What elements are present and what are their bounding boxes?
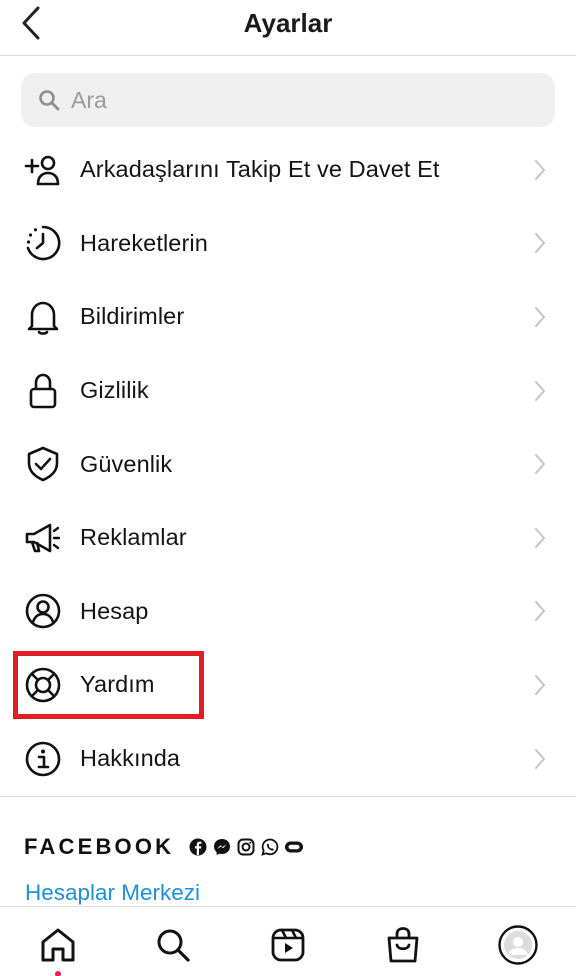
menu-item-ads[interactable]: Reklamlar [0,501,576,575]
menu-item-follow-invite[interactable]: Arkadaşlarını Takip Et ve Davet Et [0,133,576,207]
settings-menu: Arkadaşlarını Takip Et ve Davet Et Harek… [0,133,576,795]
menu-item-notifications[interactable]: Bildirimler [0,280,576,354]
menu-item-label: Hesap [80,597,149,624]
chevron-right-icon [532,673,548,697]
menu-item-label: Reklamlar [80,524,187,551]
shield-check-icon [24,445,62,483]
facebook-icon [188,837,208,857]
chevron-right-icon [532,452,548,476]
chevron-right-icon [532,526,548,550]
facebook-apps-icons [188,837,304,857]
tab-shop[interactable] [383,925,423,965]
notification-dot [55,971,61,976]
reels-icon [271,928,305,962]
menu-item-privacy[interactable]: Gizlilik [0,354,576,428]
account-circle-icon [24,592,62,630]
menu-item-label: Hareketlerin [80,229,208,256]
menu-item-account[interactable]: Hesap [0,575,576,649]
menu-item-label: Gizlilik [80,377,149,404]
whatsapp-icon [260,837,280,857]
instagram-icon [236,837,256,857]
chevron-right-icon [532,747,548,771]
menu-item-label: Güvenlik [80,450,173,477]
search-bar[interactable] [21,73,555,127]
chevron-right-icon [532,599,548,623]
chevron-right-icon [532,305,548,329]
menu-item-activity[interactable]: Hareketlerin [0,207,576,281]
accounts-center-link[interactable]: Hesaplar Merkezi [25,880,200,906]
megaphone-icon [24,519,62,557]
lock-icon [24,372,62,410]
bottom-tab-bar [0,906,576,976]
add-person-icon [24,151,62,189]
shop-icon [387,927,419,963]
chevron-right-icon [532,379,548,403]
portal-icon [284,837,304,857]
tab-profile[interactable] [498,925,538,965]
profile-avatar [498,925,538,965]
page-title: Ayarlar [243,8,333,38]
chevron-right-icon [532,231,548,255]
menu-item-security[interactable]: Güvenlik [0,427,576,501]
info-icon [24,740,62,778]
activity-clock-icon [24,224,62,262]
facebook-title: FACEBOOK [24,834,175,859]
menu-item-help[interactable]: Yardım [0,648,576,722]
lifebuoy-icon [24,666,62,704]
search-icon [37,88,61,112]
chevron-right-icon [532,158,548,182]
header-bar: Ayarlar [0,0,576,56]
divider [0,796,576,797]
menu-item-label: Bildirimler [80,303,185,330]
tab-reels[interactable] [268,925,308,965]
menu-item-label: Yardım [80,671,155,698]
menu-item-label: Hakkında [80,745,181,772]
search-icon [157,929,190,962]
tab-search[interactable] [153,925,193,965]
tab-home[interactable] [38,925,78,965]
menu-item-label: Arkadaşlarını Takip Et ve Davet Et [80,156,440,183]
search-input[interactable] [71,86,531,114]
home-icon [41,928,75,962]
messenger-icon [212,837,232,857]
bell-icon [24,298,62,336]
facebook-section-header: FACEBOOK [24,834,304,860]
menu-item-about[interactable]: Hakkında [0,722,576,796]
